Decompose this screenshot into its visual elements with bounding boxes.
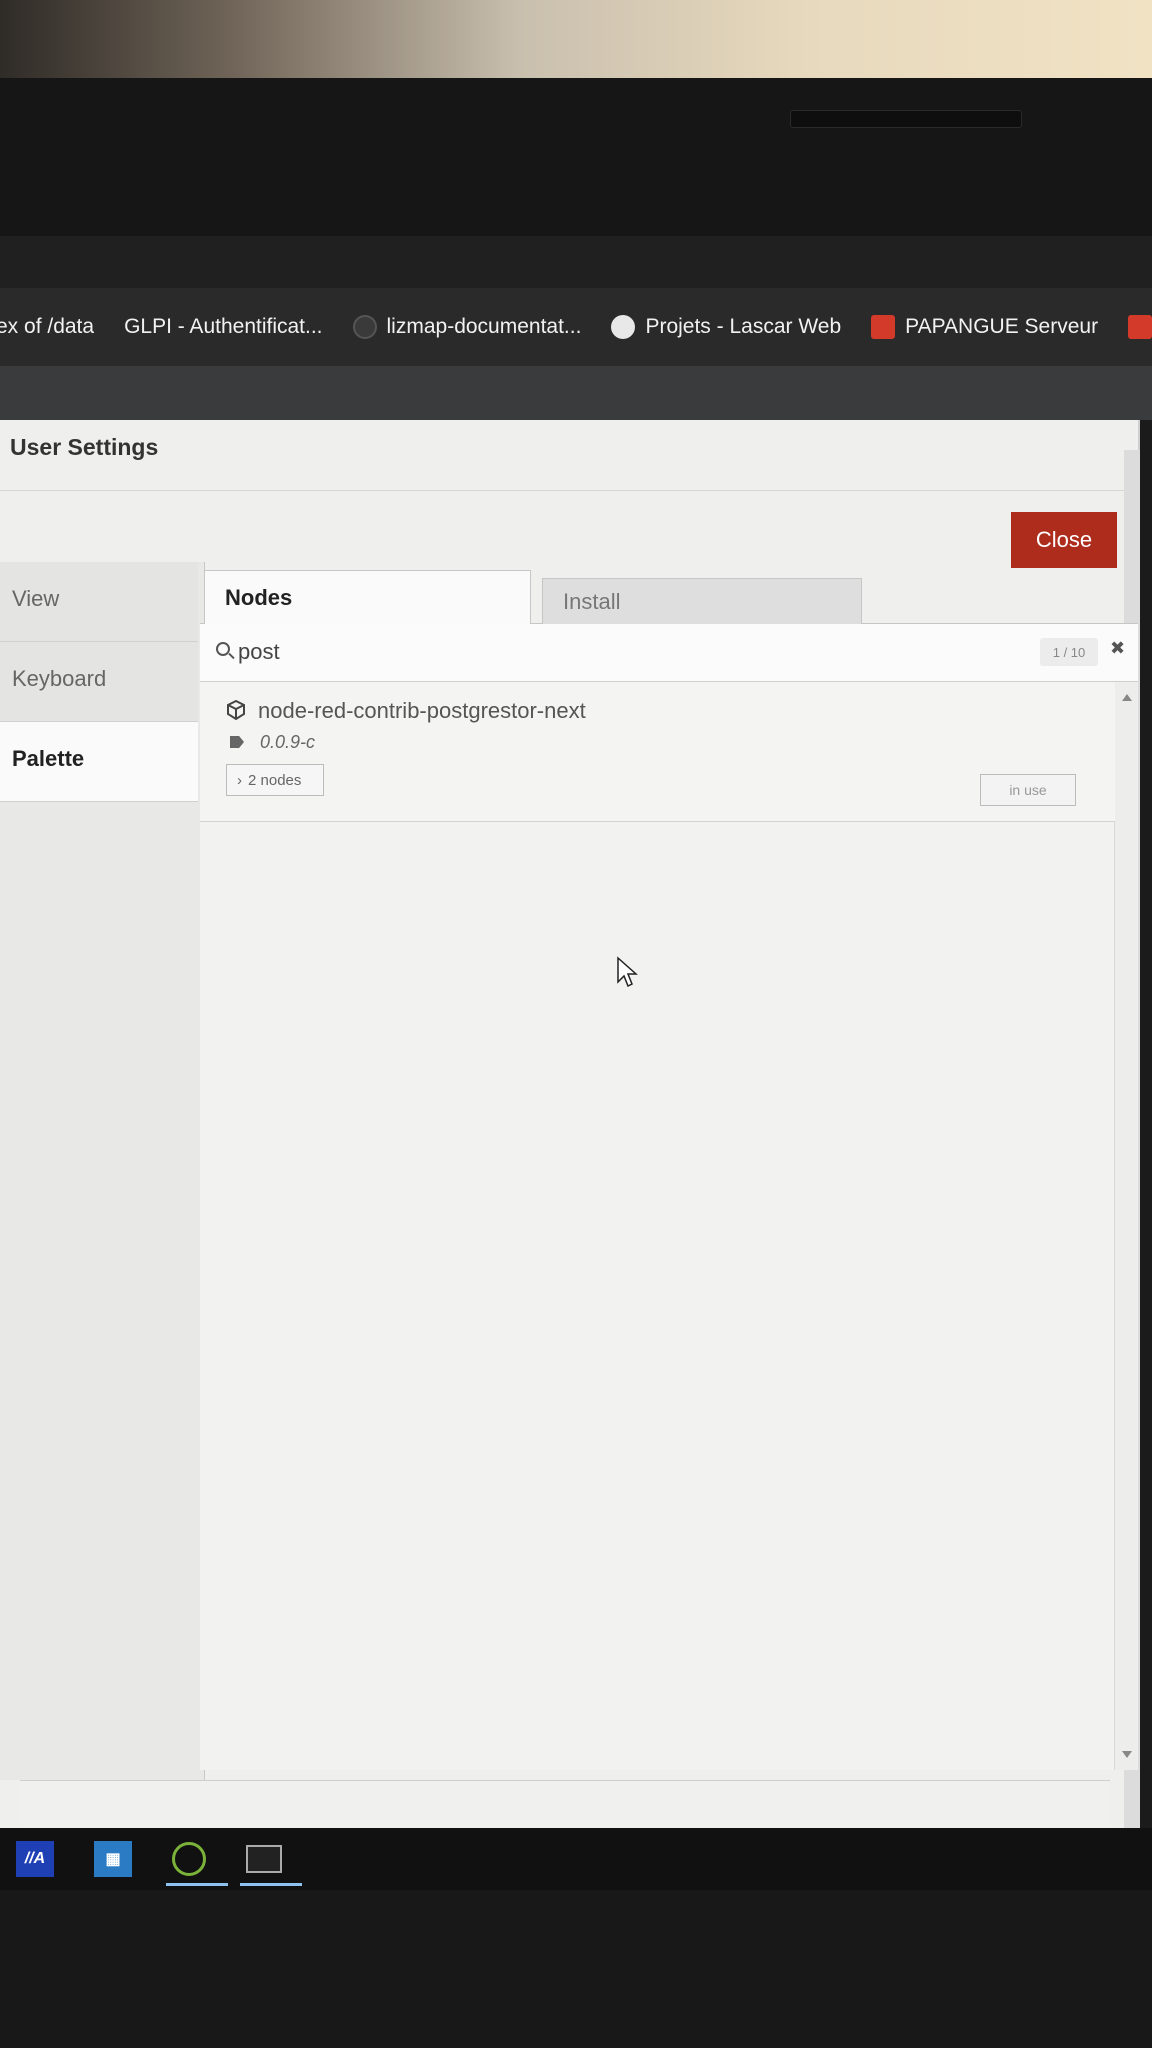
taskbar-app-qgis[interactable] (166, 1828, 228, 1890)
taskbar-app-ma[interactable]: //A (16, 1828, 54, 1890)
dialog-title: User Settings (10, 434, 159, 460)
webcam-bar (790, 110, 1022, 128)
qgis-icon (172, 1842, 206, 1876)
palette-panel: Nodes Install 1 / 10 ✖ node-red-contrib-… (200, 562, 1138, 1802)
globe-icon (611, 315, 636, 339)
bookmark-label: PAPANGUE Serveur (905, 315, 1099, 338)
monitor-bezel-bottom (0, 1890, 1152, 2048)
tab-label: Install (563, 589, 621, 614)
browser-tabstrip (0, 236, 1152, 288)
user-settings-dialog: User Settings Close View Keyboard Palett… (0, 420, 1140, 1828)
side-tab-keyboard[interactable]: Keyboard (0, 642, 198, 722)
search-input[interactable] (238, 634, 938, 670)
palette-tabs: Nodes Install (200, 562, 1138, 626)
tag-icon (230, 736, 244, 748)
terminal-icon (246, 1845, 282, 1873)
close-button[interactable]: Close (1011, 512, 1117, 568)
folder-icon (1128, 315, 1152, 339)
monitor-bezel-top (0, 78, 1152, 238)
nodes-toggle-button[interactable]: › 2 nodes (226, 764, 324, 796)
taskbar: //A ▦ (0, 1828, 1152, 1890)
bookmark-label: Projets - Lascar Web (645, 315, 842, 338)
github-icon (352, 315, 377, 339)
store-icon: ▦ (94, 1841, 132, 1877)
scroll-up-icon[interactable] (1122, 694, 1132, 701)
nodes-count-label: 2 nodes (248, 771, 302, 789)
side-tab-view[interactable]: View (0, 562, 198, 642)
bookmark-pr[interactable]: Pr (1128, 315, 1152, 339)
module-name: node-red-contrib-postgrestor-next (258, 698, 586, 723)
bookmark-index-data[interactable]: ex of /data (0, 315, 94, 339)
palette-search: 1 / 10 ✖ (200, 624, 1138, 682)
settings-sidebar: View Keyboard Palette (0, 562, 205, 1780)
clear-search-icon[interactable]: ✖ (1110, 638, 1125, 659)
in-use-button[interactable]: in use (980, 774, 1076, 806)
tab-label: Nodes (225, 585, 293, 610)
server-icon (871, 315, 896, 339)
scroll-down-icon[interactable] (1122, 1751, 1132, 1758)
chevron-right-icon: › (237, 771, 242, 789)
search-icon (216, 642, 230, 656)
module-version: 0.0.9-c (260, 732, 316, 752)
side-tab-label: Keyboard (12, 666, 107, 691)
bookmark-papangue[interactable]: PAPANGUE Serveur (871, 315, 1098, 339)
list-item: node-red-contrib-postgrestor-next 0.0.9-… (200, 682, 1115, 822)
tab-nodes[interactable]: Nodes (204, 570, 531, 626)
dialog-footer (20, 1780, 1110, 1828)
tab-install[interactable]: Install (542, 578, 862, 626)
bookmark-glpi[interactable]: GLPI - Authentificat... (124, 315, 322, 339)
bookmark-label: lizmap-documentat... (386, 315, 582, 338)
node-red-header (0, 366, 1152, 420)
side-tab-label: View (12, 586, 60, 611)
app-ma-icon: //A (16, 1841, 54, 1877)
divider (0, 490, 1140, 491)
bookmark-lizmap[interactable]: lizmap-documentat... (352, 315, 582, 339)
side-tab-label: Palette (12, 746, 85, 771)
package-icon (227, 700, 245, 720)
taskbar-app-store[interactable]: ▦ (94, 1828, 132, 1890)
result-count-badge: 1 / 10 (1040, 638, 1098, 666)
side-tab-palette[interactable]: Palette (0, 722, 198, 802)
list-scrollbar[interactable] (1115, 682, 1138, 1770)
node-module-list: node-red-contrib-postgrestor-next 0.0.9-… (200, 682, 1115, 1770)
taskbar-app-terminal[interactable] (240, 1828, 302, 1890)
bookmarks-bar: ex of /data GLPI - Authentificat... lizm… (0, 288, 1152, 366)
bookmark-lascar[interactable]: Projets - Lascar Web (611, 315, 841, 339)
bookmark-label: GLPI - Authentificat... (124, 315, 323, 338)
bookmark-label: ex of /data (0, 315, 95, 338)
